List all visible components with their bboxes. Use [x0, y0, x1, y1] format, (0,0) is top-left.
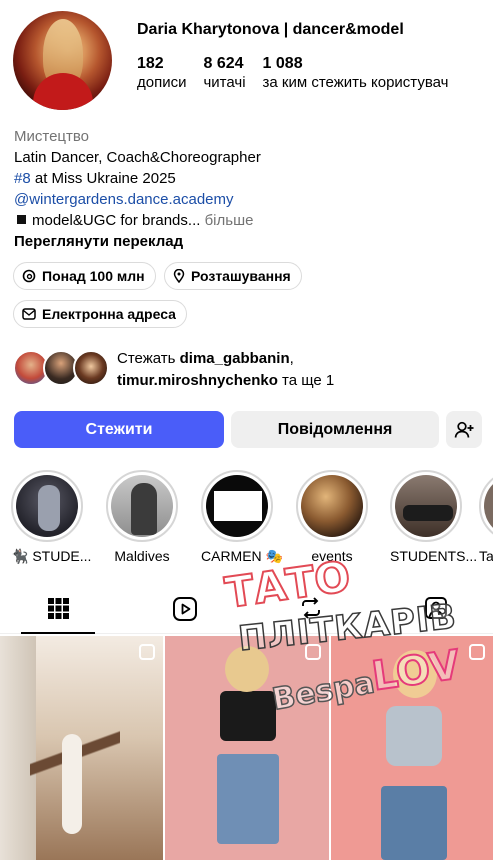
profile-username: Daria Kharytonova | dancer&model	[137, 21, 404, 38]
post-jeans	[381, 786, 447, 860]
carousel-icon	[469, 644, 485, 660]
highlight-students-2[interactable]: STUDENTS...	[390, 470, 478, 564]
followed-by-suffix: та ще 1	[277, 372, 335, 389]
stat-posts-label: дописи	[137, 74, 187, 91]
profile-avatar[interactable]	[13, 11, 112, 110]
highlight-cover	[484, 475, 493, 537]
posts-grid	[0, 636, 493, 860]
profile-tabs	[0, 588, 493, 634]
followed-by-prefix: Стежать	[117, 350, 180, 367]
followed-by-text[interactable]: Стежать dima_gabbanin, timur.miroshnyche…	[117, 348, 334, 392]
suggest-user-button[interactable]	[446, 411, 482, 448]
active-tab-indicator	[21, 632, 95, 634]
bio-line-4: model&UGC for brands... більше	[14, 210, 484, 231]
highlight-figure	[131, 483, 157, 535]
stat-following[interactable]: 1 088 за ким стежить користувач	[263, 55, 449, 93]
stat-followers-value: 8 624	[203, 55, 244, 72]
bio-line-2-text: at Miss Ukraine 2025	[30, 170, 176, 187]
highlight-carmen[interactable]: CARMEN 🎭	[201, 470, 283, 565]
tab-tagged[interactable]	[424, 596, 448, 625]
email-chip-label: Електронна адреса	[42, 306, 176, 322]
bio-category: Мистецтво	[14, 128, 90, 145]
grid-icon	[48, 598, 69, 619]
bio-line-1: Latin Dancer, Coach&Choreographer	[14, 149, 261, 166]
highlight-cover	[395, 475, 457, 537]
bio-mention-link[interactable]: @wintergardens.dance.academy	[14, 189, 484, 210]
highlight-figure	[403, 505, 453, 521]
post-head	[225, 646, 269, 692]
followed-by-user-1: dima_gabbanin	[179, 350, 290, 367]
message-button[interactable]: Повідомлення	[231, 411, 439, 448]
highlight-cover	[16, 475, 78, 537]
see-translation-link[interactable]: Переглянути переклад	[14, 231, 484, 252]
add-person-icon	[454, 421, 474, 438]
tab-reels[interactable]	[172, 596, 198, 627]
post-top	[220, 691, 276, 741]
threads-chip-label: Понад 100 млн	[42, 268, 145, 284]
threads-icon	[22, 269, 36, 283]
highlight-label: events	[311, 548, 353, 564]
highlight-ring	[296, 470, 368, 542]
highlight-label: CARMEN 🎭	[201, 548, 283, 564]
black-square-icon	[17, 215, 26, 224]
highlight-events[interactable]: events	[296, 470, 368, 564]
location-chip[interactable]: Розташування	[164, 262, 302, 290]
stat-following-label: за ким стежить користувач	[262, 74, 449, 91]
reels-play-icon	[173, 597, 197, 621]
profile-stats: 182 дописи 8 624 читачі 1 088 за ким сте…	[137, 55, 465, 93]
bio-more-link[interactable]: більше	[200, 212, 254, 229]
avatar-dress	[33, 73, 93, 110]
location-chip-label: Розташування	[191, 268, 291, 284]
highlight-cover	[206, 475, 268, 537]
post-top	[386, 706, 442, 766]
post-thumbnail-2[interactable]	[165, 636, 329, 860]
highlight-cover	[301, 475, 363, 537]
stat-posts-value: 182	[137, 55, 164, 72]
highlight-label: Maldives	[114, 548, 170, 564]
carousel-icon	[139, 644, 155, 660]
highlight-partial[interactable]: Ta	[479, 470, 493, 564]
tab-posts[interactable]	[46, 596, 70, 625]
follow-button[interactable]: Стежити	[14, 411, 224, 448]
highlight-ring	[106, 470, 178, 542]
stat-posts[interactable]: 182 дописи	[137, 55, 186, 93]
post-head	[393, 650, 437, 698]
bio-line-4-text: model&UGC for brands...	[32, 212, 201, 229]
stat-following-value: 1 088	[262, 55, 303, 72]
carousel-icon	[305, 644, 321, 660]
profile-bio: Мистецтво Latin Dancer, Coach&Choreograp…	[14, 126, 484, 252]
highlight-students[interactable]: 🐈‍⬛ STUDE...	[11, 470, 92, 565]
highlight-label: 🐈‍⬛ STUDE...	[11, 548, 92, 564]
stat-followers[interactable]: 8 624 читачі	[203, 55, 245, 93]
highlight-ring	[390, 470, 462, 542]
post-figure	[62, 734, 82, 834]
bio-line-2: #8 at Miss Ukraine 2025	[14, 168, 484, 189]
repost-icon	[302, 597, 320, 619]
threads-chip[interactable]: Понад 100 млн	[13, 262, 156, 290]
highlight-ring	[201, 470, 273, 542]
followed-by-comma: ,	[289, 350, 294, 367]
highlight-cover	[111, 475, 173, 537]
bio-hashtag[interactable]: #8	[14, 170, 31, 187]
email-chip[interactable]: Електронна адреса	[13, 300, 187, 328]
tagged-person-icon	[425, 597, 447, 619]
highlight-ring	[479, 470, 493, 542]
mail-icon	[22, 308, 36, 320]
highlight-label: STUDENTS...	[390, 548, 478, 564]
highlight-ring	[11, 470, 83, 542]
highlight-screen	[214, 491, 262, 521]
post-jeans	[217, 754, 279, 844]
post-thumbnail-3[interactable]	[331, 636, 493, 860]
follower-avatar-3	[73, 350, 109, 386]
location-pin-icon	[173, 269, 185, 283]
followed-by-user-2: timur.miroshnychenko	[117, 372, 278, 389]
post-thumbnail-1[interactable]	[0, 636, 163, 860]
tab-reposts[interactable]	[299, 596, 323, 625]
stat-followers-label: читачі	[203, 74, 246, 91]
highlight-maldives[interactable]: Maldives	[106, 470, 178, 564]
highlight-figure	[38, 485, 60, 531]
highlight-label: Ta	[479, 548, 493, 564]
